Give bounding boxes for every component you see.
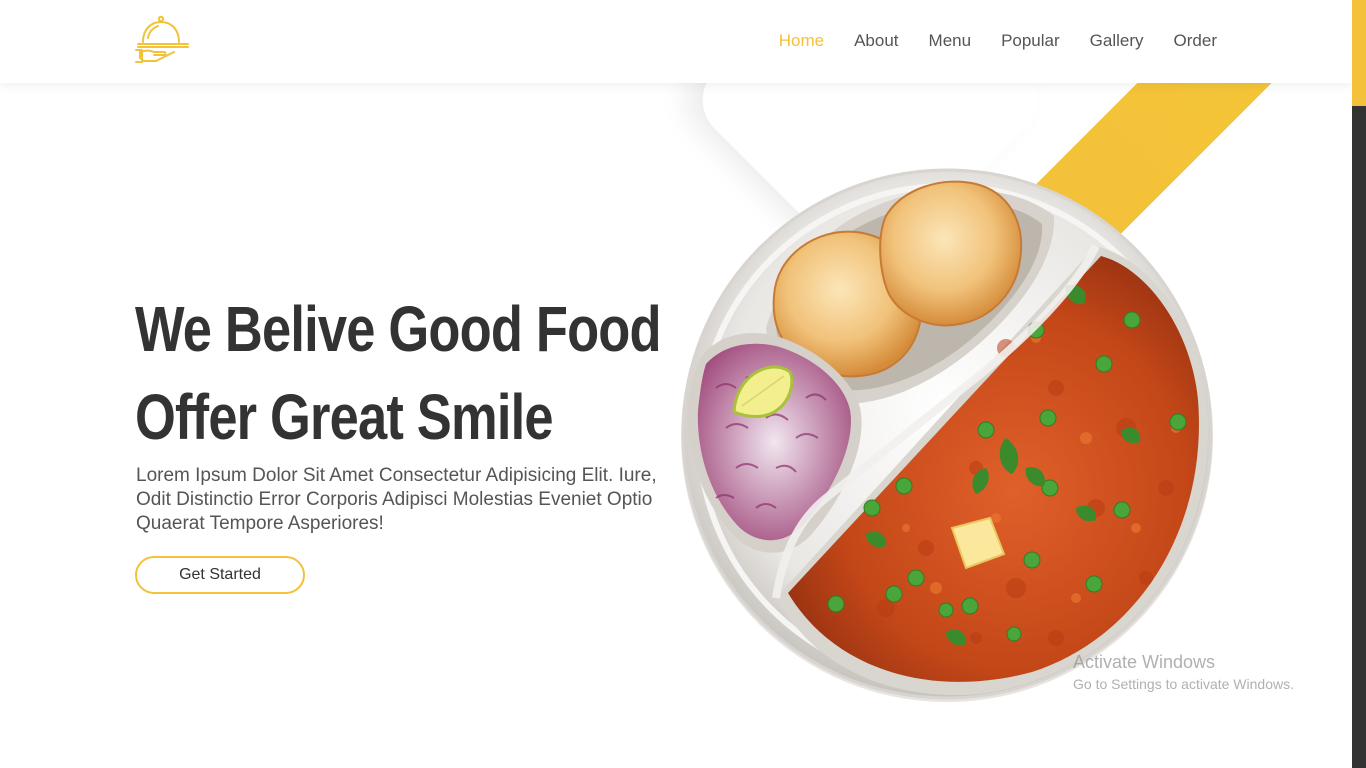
hero-title: We Belive Good Food Offer Great Smile xyxy=(135,285,662,461)
activate-windows-watermark: Activate Windows Go to Settings to activ… xyxy=(1073,651,1294,695)
get-started-button[interactable]: Get Started xyxy=(135,556,305,594)
site-header: Home About Menu Popular Gallery Order xyxy=(0,0,1352,83)
hero-title-line2: Offer Great Smile xyxy=(135,381,554,453)
watermark-line2: Go to Settings to activate Windows. xyxy=(1073,676,1294,692)
nav-popular[interactable]: Popular xyxy=(1001,31,1060,51)
page: Home About Menu Popular Gallery Order We… xyxy=(0,0,1352,768)
serving-cloche-hand-icon[interactable] xyxy=(134,14,192,66)
hero-description: Lorem Ipsum Dolor Sit Amet Consectetur A… xyxy=(136,465,657,534)
nav-order[interactable]: Order xyxy=(1174,31,1217,51)
page-scrollbar[interactable] xyxy=(1352,0,1366,768)
main-nav: Home About Menu Popular Gallery Order xyxy=(779,31,1217,51)
watermark-line1: Activate Windows xyxy=(1073,652,1216,672)
scrollbar-thumb[interactable] xyxy=(1352,0,1366,106)
nav-about[interactable]: About xyxy=(854,31,898,51)
hero-title-line1: We Belive Good Food xyxy=(135,293,662,365)
nav-menu[interactable]: Menu xyxy=(929,31,972,51)
nav-home[interactable]: Home xyxy=(779,31,824,51)
nav-gallery[interactable]: Gallery xyxy=(1090,31,1144,51)
pav-bhaji-plate-image xyxy=(681,168,1213,702)
